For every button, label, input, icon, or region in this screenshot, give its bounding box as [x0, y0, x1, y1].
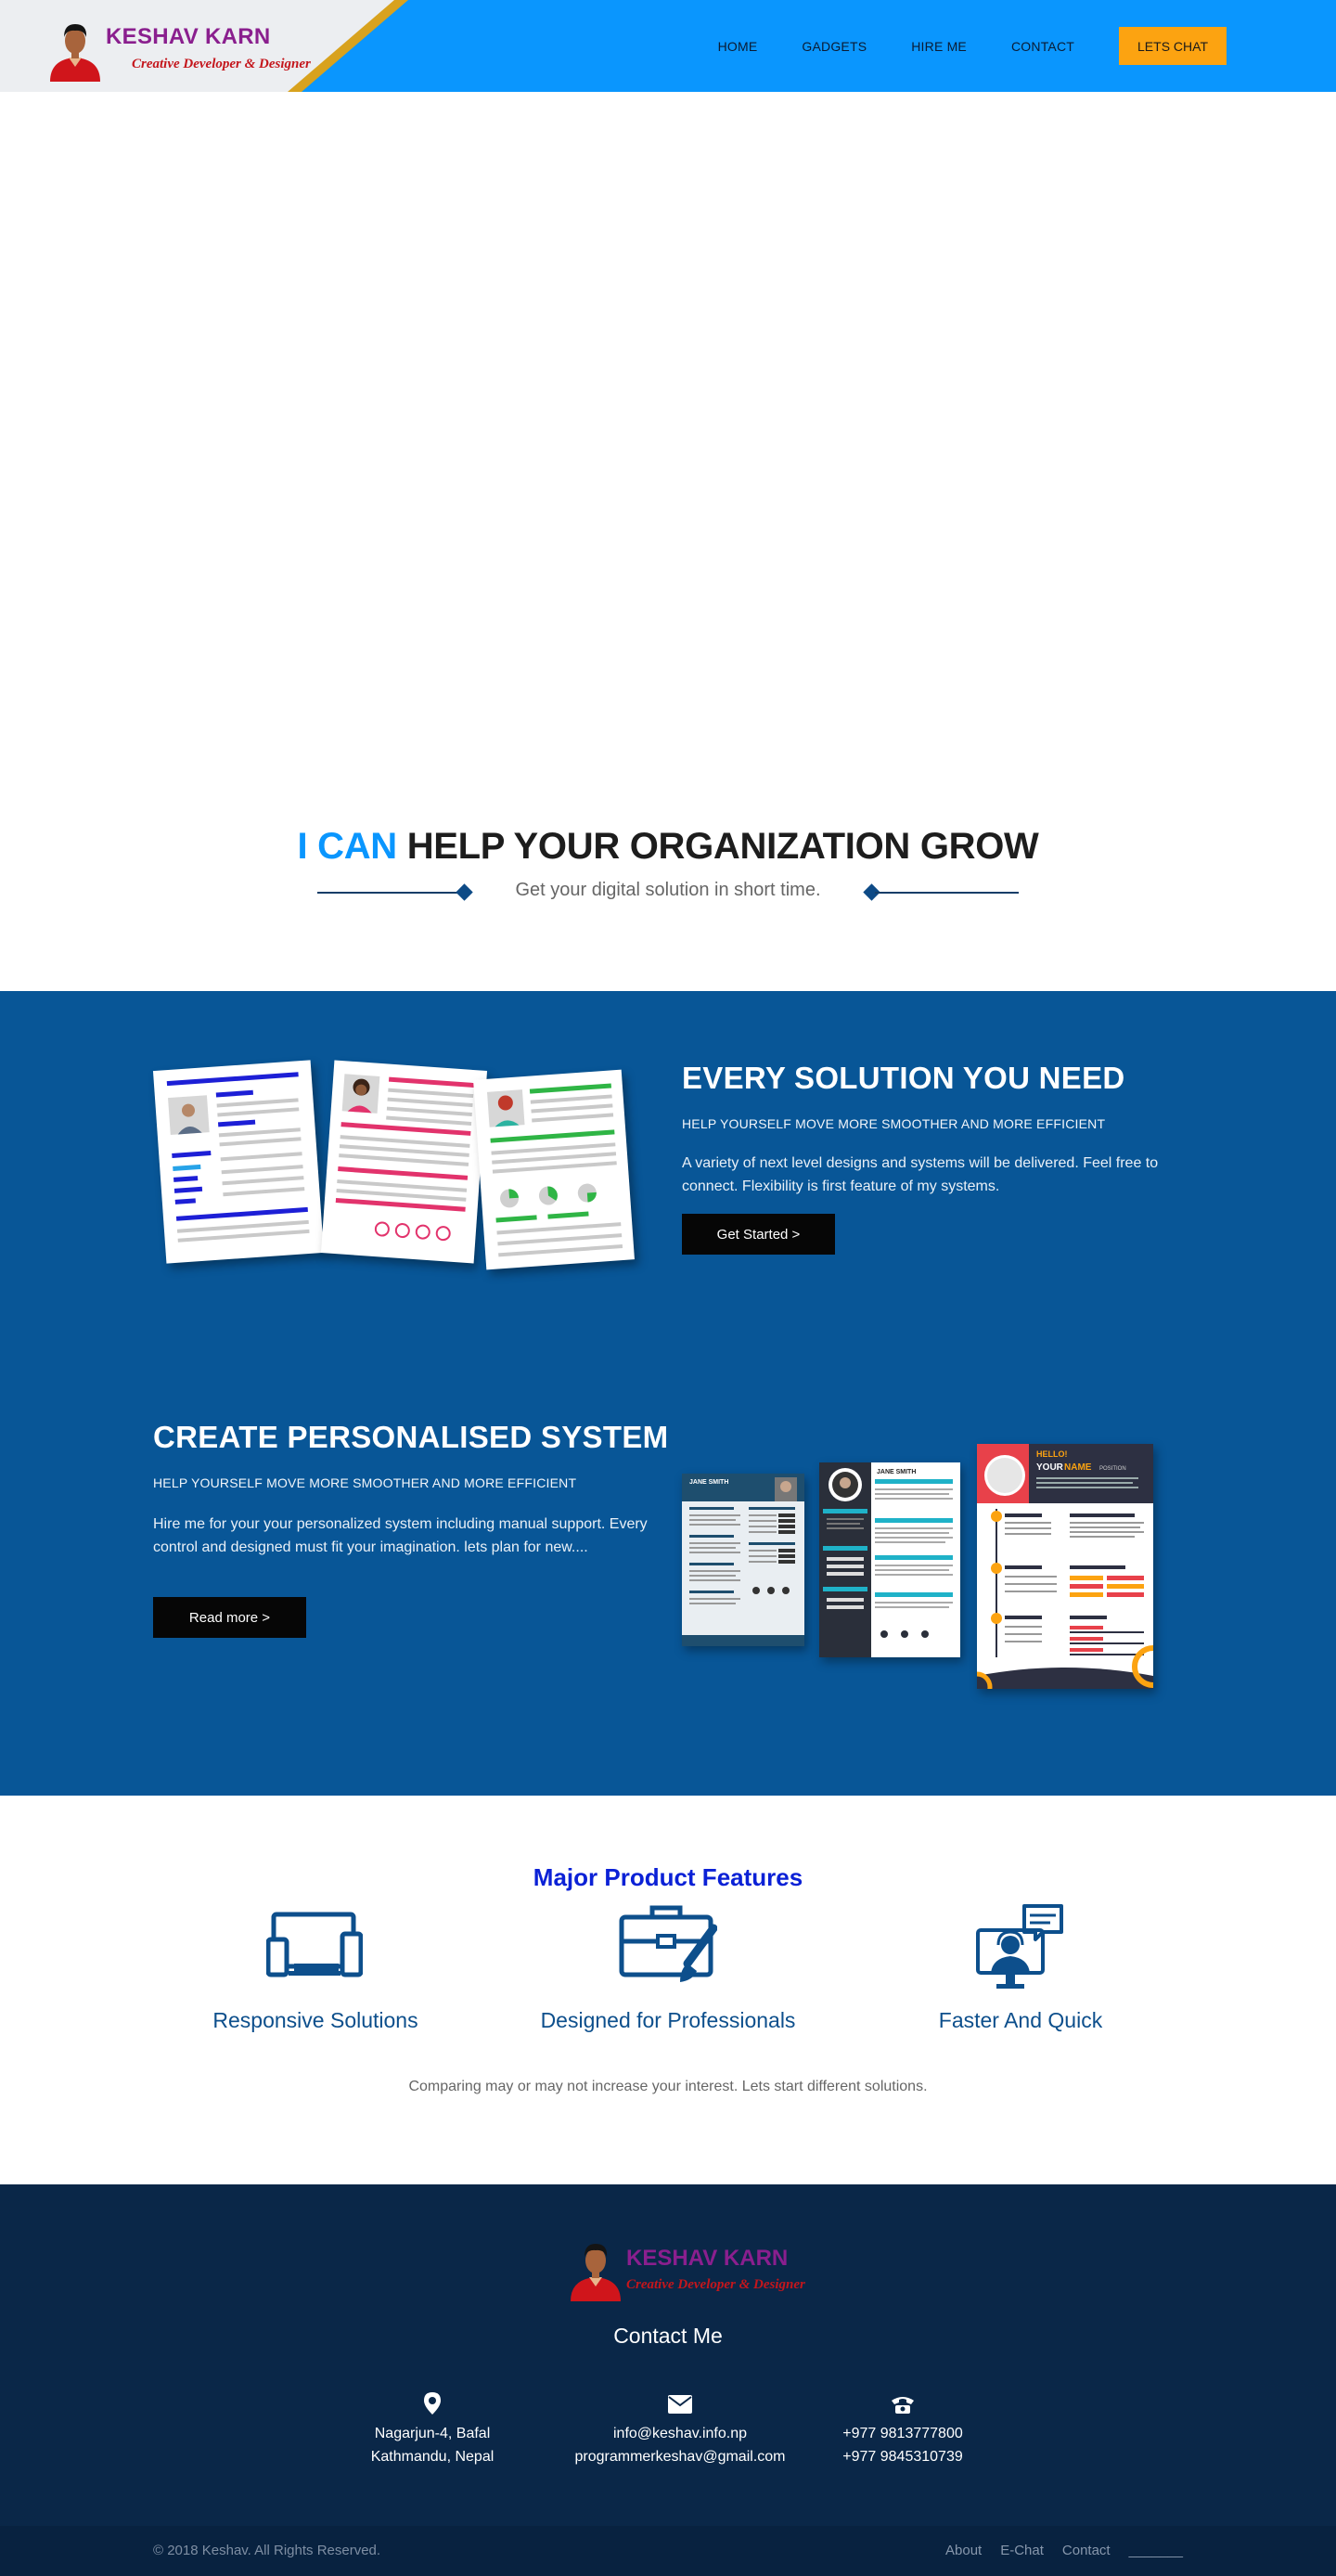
document-card-blue	[152, 1060, 325, 1264]
document-card-green	[473, 1069, 635, 1270]
intro-title-accent: I CAN	[297, 826, 397, 867]
solution-subtitle: HELP YOURSELF MOVE MORE SMOOTHER AND MOR…	[682, 1116, 1106, 1131]
read-more-button[interactable]: Read more >	[153, 1597, 306, 1638]
footer-link-about[interactable]: About	[945, 2543, 982, 2558]
profile-avatar-icon	[50, 24, 100, 82]
main-nav: HOME GADGETS HIRE ME CONTACT LETS CHAT	[718, 27, 1227, 65]
personalised-system-title: CREATE PERSONALISED SYSTEM	[153, 1420, 669, 1454]
address-line-2: Kathmandu, Nepal	[370, 2449, 495, 2465]
solution-body: A variety of next level designs and syst…	[682, 1155, 1159, 1194]
intro-subtitle: Get your digital solution in short time.	[515, 880, 821, 900]
briefcase-brush-icon	[619, 1905, 717, 1982]
resume-name-text: JANE SMITH	[689, 1479, 728, 1486]
site-logo[interactable]: KESHAV KARN Creative Developer & Designe…	[45, 13, 311, 82]
support-chat-icon	[976, 1904, 1063, 1989]
resume-name-word-text: NAME	[1064, 1462, 1092, 1473]
footer-links: About E-Chat Contact _______	[927, 2543, 1183, 2558]
address-column: Nagarjun-4, Bafal Kathmandu, Nepal	[312, 2392, 553, 2468]
email-line-2[interactable]: programmerkeshav@gmail.com	[559, 2445, 801, 2468]
brand-tagline: Creative Developer & Designer	[132, 57, 311, 71]
footer-brand-tagline: Creative Developer & Designer	[626, 2277, 805, 2292]
map-pin-icon	[424, 2392, 441, 2415]
resume-content-icon: JANE SMITH	[682, 1474, 804, 1646]
personalised-system-subtitle: HELP YOURSELF MOVE MORE SMOOTHER AND MOR…	[153, 1475, 577, 1490]
copyright-text: © 2018 Keshav. All Rights Reserved.	[153, 2543, 381, 2558]
brand-name: KESHAV KARN	[106, 24, 271, 49]
resume-position-text: POSITION	[1099, 1466, 1126, 1472]
intro-title-rest: HELP YOUR ORGANIZATION GROW	[396, 826, 1039, 867]
envelope-icon	[668, 2395, 692, 2414]
phone-column: +977 9813777800 +977 9845310739	[782, 2392, 1023, 2468]
resume-content-icon: HELLO! YOUR NAME POSITION	[977, 1444, 1153, 1689]
feature-label-faster: Faster And Quick	[938, 2008, 1103, 2032]
nav-contact[interactable]: CONTACT	[1011, 39, 1074, 54]
solutions-section: EVERY SOLUTION YOU NEED HELP YOURSELF MO…	[0, 991, 1336, 1796]
email-column: info@keshav.info.np programmerkeshav@gma…	[559, 2392, 801, 2468]
resume-card-teal: JANE SMITH	[682, 1474, 804, 1646]
lets-chat-button[interactable]: LETS CHAT	[1119, 27, 1227, 65]
intro-subtitle-row: Get your digital solution in short time.	[317, 880, 1019, 904]
address-line-1: Nagarjun-4, Bafal	[374, 2426, 491, 2441]
profile-avatar-icon	[571, 2244, 621, 2301]
resume-hello-text: HELLO!	[1036, 1449, 1068, 1459]
contact-title: Contact Me	[613, 2324, 723, 2348]
footer-brand-name: KESHAV KARN	[626, 2246, 789, 2271]
email-line-1[interactable]: info@keshav.info.np	[559, 2422, 801, 2445]
site-footer: KESHAV KARN Creative Developer & Designe…	[0, 2184, 1336, 2526]
feature-label-responsive: Responsive Solutions	[212, 2008, 418, 2032]
nav-hire-me[interactable]: HIRE ME	[911, 39, 967, 54]
footer-logo[interactable]: KESHAV KARN Creative Developer & Designe…	[565, 2233, 805, 2301]
document-content-icon	[166, 1072, 310, 1243]
document-content-icon	[486, 1083, 623, 1257]
phone-line-1[interactable]: +977 9813777800	[782, 2422, 1023, 2445]
resume-card-orange: HELLO! YOUR NAME POSITION	[977, 1444, 1153, 1689]
document-content-icon	[335, 1074, 475, 1242]
personalised-system-body: Hire me for your your personalized syste…	[153, 1516, 648, 1555]
resume-card-dark: JANE SMITH	[819, 1462, 960, 1657]
intro-title: I CAN HELP YOUR ORGANIZATION GROW	[0, 826, 1336, 868]
features-title: Major Product Features	[533, 1863, 803, 1891]
site-header: KESHAV KARN Creative Developer & Designe…	[0, 0, 1336, 92]
resume-content-icon: JANE SMITH	[819, 1462, 953, 1657]
footer-link-extra[interactable]: _______	[1129, 2543, 1183, 2558]
document-card-pink	[320, 1060, 488, 1264]
nav-gadgets[interactable]: GADGETS	[802, 39, 867, 54]
feature-label-professionals: Designed for Professionals	[540, 2008, 796, 2032]
divider-line-right	[875, 892, 1019, 894]
resume-name-text: JANE SMITH	[877, 1469, 916, 1475]
devices-icon	[266, 1912, 363, 1977]
phone-line-2[interactable]: +977 9845310739	[782, 2445, 1023, 2468]
nav-home[interactable]: HOME	[718, 39, 758, 54]
solution-title: EVERY SOLUTION YOU NEED	[682, 1061, 1125, 1095]
features-note: Comparing may or may not increase your i…	[408, 2079, 928, 2094]
resume-your-text: YOUR	[1036, 1462, 1064, 1473]
get-started-button[interactable]: Get Started >	[682, 1214, 835, 1255]
footer-link-contact[interactable]: Contact	[1062, 2543, 1111, 2558]
telephone-icon	[892, 2397, 914, 2414]
bottom-bar: © 2018 Keshav. All Rights Reserved. Abou…	[0, 2526, 1336, 2576]
footer-link-echat[interactable]: E-Chat	[1000, 2543, 1044, 2558]
